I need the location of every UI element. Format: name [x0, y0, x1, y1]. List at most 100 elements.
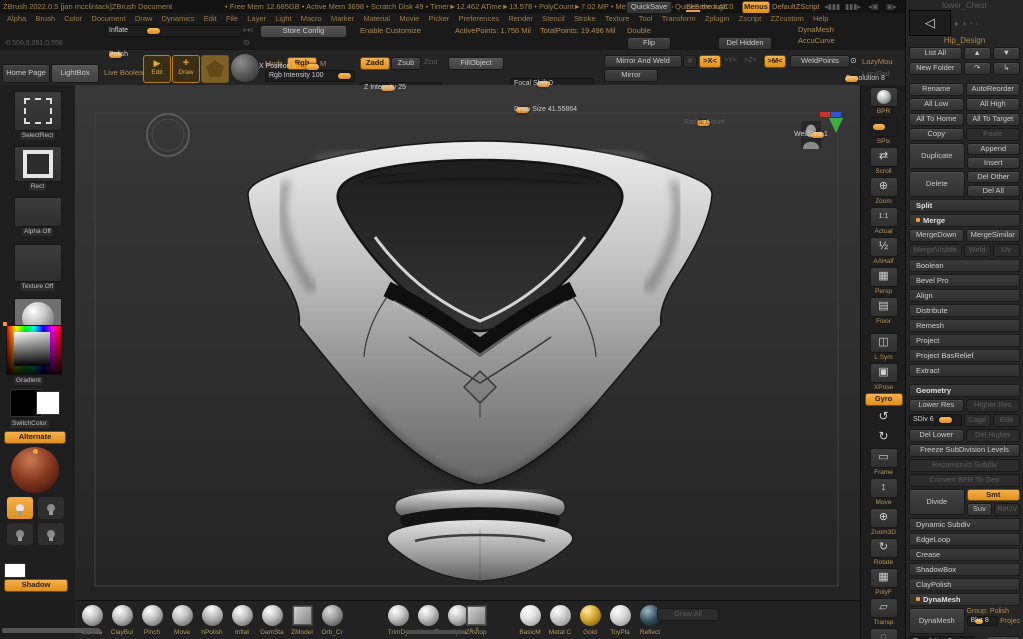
- section-project-basrelief[interactable]: Project BasRelief: [909, 349, 1020, 362]
- material-slot[interactable]: BasicM: [515, 605, 545, 636]
- section-bevel-pro[interactable]: Bevel Pro: [909, 274, 1020, 287]
- menu-texture[interactable]: Texture: [605, 14, 630, 23]
- material-slot[interactable]: Metal C: [545, 605, 575, 636]
- mirror-m-toggle[interactable]: >M<: [764, 55, 786, 68]
- all-low-button[interactable]: All Low: [909, 98, 964, 111]
- zoom3d-button[interactable]: ⊕Zoom3D: [861, 508, 906, 536]
- all-to-target-button[interactable]: All To Target: [966, 113, 1021, 126]
- section-boolean[interactable]: Boolean: [909, 259, 1020, 272]
- del-all-button[interactable]: Del All: [967, 185, 1021, 197]
- switch-color-button[interactable]: SwitchColor: [10, 420, 49, 428]
- all-to-home-button[interactable]: All To Home: [909, 113, 964, 126]
- color-saturation-square[interactable]: [14, 332, 50, 366]
- section-remesh[interactable]: Remesh: [909, 319, 1020, 332]
- actual-size-button[interactable]: 1:1Actual: [861, 207, 906, 235]
- mirror-x-toggle[interactable]: >X<: [699, 55, 721, 68]
- weld-toggle[interactable]: Weld: [964, 244, 991, 257]
- transparency-toggle[interactable]: ▱Transp: [861, 598, 906, 626]
- brush-slot[interactable]: ZModel: [287, 605, 317, 636]
- menu-dynamics[interactable]: Dynamics: [162, 14, 195, 23]
- stroke-thumbnail[interactable]: [14, 146, 62, 182]
- copy-button[interactable]: Copy: [909, 128, 964, 141]
- menus-button[interactable]: Menus: [742, 1, 770, 13]
- live-boolean-toggle[interactable]: Live Boolean: [104, 68, 147, 77]
- project-toggle[interactable]: Projec: [1000, 618, 1020, 625]
- merge-down-button[interactable]: MergeDown: [909, 229, 964, 242]
- section-align[interactable]: Align: [909, 289, 1020, 302]
- section-geometry[interactable]: Geometry: [909, 384, 1020, 397]
- subtool-down-button[interactable]: ▼: [993, 47, 1020, 60]
- menu-marker[interactable]: Marker: [331, 14, 354, 23]
- new-folder-button[interactable]: New Folder: [909, 62, 962, 75]
- default-zscript-button[interactable]: DefaultZScript: [772, 0, 820, 13]
- menu-edit[interactable]: Edit: [204, 14, 217, 23]
- horizontal-scrollbar[interactable]: [2, 628, 100, 633]
- lower-res-button[interactable]: Lower Res: [909, 399, 964, 412]
- menu-stencil[interactable]: Stencil: [542, 14, 565, 23]
- cage-toggle[interactable]: Cage: [964, 414, 991, 427]
- chest-armor-mesh[interactable]: [248, 141, 712, 485]
- gizmo-pentagon-icon[interactable]: [201, 55, 229, 83]
- section-split[interactable]: Split: [909, 199, 1020, 212]
- spix-slider[interactable]: SPix: [861, 117, 906, 145]
- menu-macro[interactable]: Macro: [301, 14, 322, 23]
- reconstruct-subdiv-button[interactable]: Reconstruct Subdiv: [909, 459, 1020, 472]
- flip-button[interactable]: Flip: [627, 37, 671, 50]
- inflate-slider[interactable]: Inflate: [105, 25, 242, 37]
- material-slot[interactable]: Gold: [575, 605, 605, 636]
- gyro-button[interactable]: Gyro: [861, 393, 906, 406]
- blur-slider[interactable]: Blur 8: [967, 616, 999, 626]
- light-2-toggle[interactable]: [38, 497, 64, 519]
- brush-slot[interactable]: Inflat: [227, 605, 257, 636]
- floor-grid-toggle[interactable]: ▤Floor: [861, 297, 906, 325]
- texture-thumbnail[interactable]: [14, 244, 62, 282]
- ghost-toggle[interactable]: ◌Ghost: [861, 628, 906, 639]
- bpr-render-button[interactable]: BPR: [861, 87, 906, 115]
- menu-zzcustom[interactable]: ZZcustom: [770, 14, 803, 23]
- grow-all-button[interactable]: Grow All: [657, 608, 719, 621]
- menu-draw[interactable]: Draw: [135, 14, 153, 23]
- menu-zplugin[interactable]: Zplugin: [705, 14, 730, 23]
- del-other-button[interactable]: Del Other: [967, 171, 1021, 183]
- folder-export-icon[interactable]: ↳: [993, 62, 1020, 75]
- brush-slot[interactable]: DamSta: [257, 605, 287, 636]
- fill-object-button[interactable]: FillObject: [448, 57, 504, 70]
- shadow-button[interactable]: Shadow: [4, 579, 68, 592]
- del-lower-button[interactable]: Del Lower: [909, 429, 964, 442]
- reuv-button[interactable]: ReUV: [994, 503, 1020, 516]
- menu-stroke[interactable]: Stroke: [574, 14, 596, 23]
- menu-help[interactable]: Help: [813, 14, 828, 23]
- section-shadowbox[interactable]: ShadowBox: [909, 563, 1020, 576]
- tray-scrollbar[interactable]: [405, 630, 465, 634]
- menu-transform[interactable]: Transform: [662, 14, 696, 23]
- scroll-pan-button[interactable]: ⇄Scroll: [861, 147, 906, 175]
- append-button[interactable]: Append: [967, 143, 1021, 155]
- weld-points-button[interactable]: WeldPoints: [790, 55, 850, 68]
- lazy-mouse-toggle[interactable]: LazyMou: [862, 57, 892, 66]
- move-3d-button[interactable]: ↕Move: [861, 478, 906, 506]
- timeline-transport-right-icon[interactable]: ▮▮▮▸: [845, 0, 861, 13]
- ambient-color-swatch[interactable]: [4, 563, 26, 578]
- current-tool-thumbnail[interactable]: ◁: [909, 10, 951, 36]
- zadd-toggle[interactable]: Zadd: [360, 57, 390, 70]
- brush-slot[interactable]: Move: [167, 605, 197, 636]
- tray-scroll-arrows-icon[interactable]: ▲▼: [468, 627, 480, 633]
- menu-file[interactable]: File: [226, 14, 238, 23]
- suv-toggle[interactable]: Suv: [967, 503, 993, 516]
- draw-mode-button[interactable]: + Draw: [172, 55, 200, 83]
- perspective-toggle[interactable]: ▦Persp: [861, 267, 906, 295]
- section-project[interactable]: Project: [909, 334, 1020, 347]
- edit-toggle[interactable]: Edit: [993, 414, 1020, 427]
- group-value[interactable]: Polish: [990, 608, 1009, 615]
- menu-color[interactable]: Color: [64, 14, 82, 23]
- xposition-reset-icon[interactable]: ⊙: [243, 38, 250, 47]
- menu-render[interactable]: Render: [508, 14, 533, 23]
- light-4-toggle[interactable]: [38, 523, 64, 545]
- section-dynamesh[interactable]: DynaMesh: [909, 593, 1020, 606]
- color-picker[interactable]: [6, 325, 62, 375]
- rgb-intensity-slider[interactable]: Rgb Intensity 100: [265, 70, 355, 82]
- zsub-toggle[interactable]: Zsub: [391, 57, 421, 70]
- higher-res-button[interactable]: Higher Res: [966, 399, 1021, 412]
- menu-movie[interactable]: Movie: [399, 14, 419, 23]
- merge-visible-button[interactable]: MergeVisible: [909, 244, 962, 257]
